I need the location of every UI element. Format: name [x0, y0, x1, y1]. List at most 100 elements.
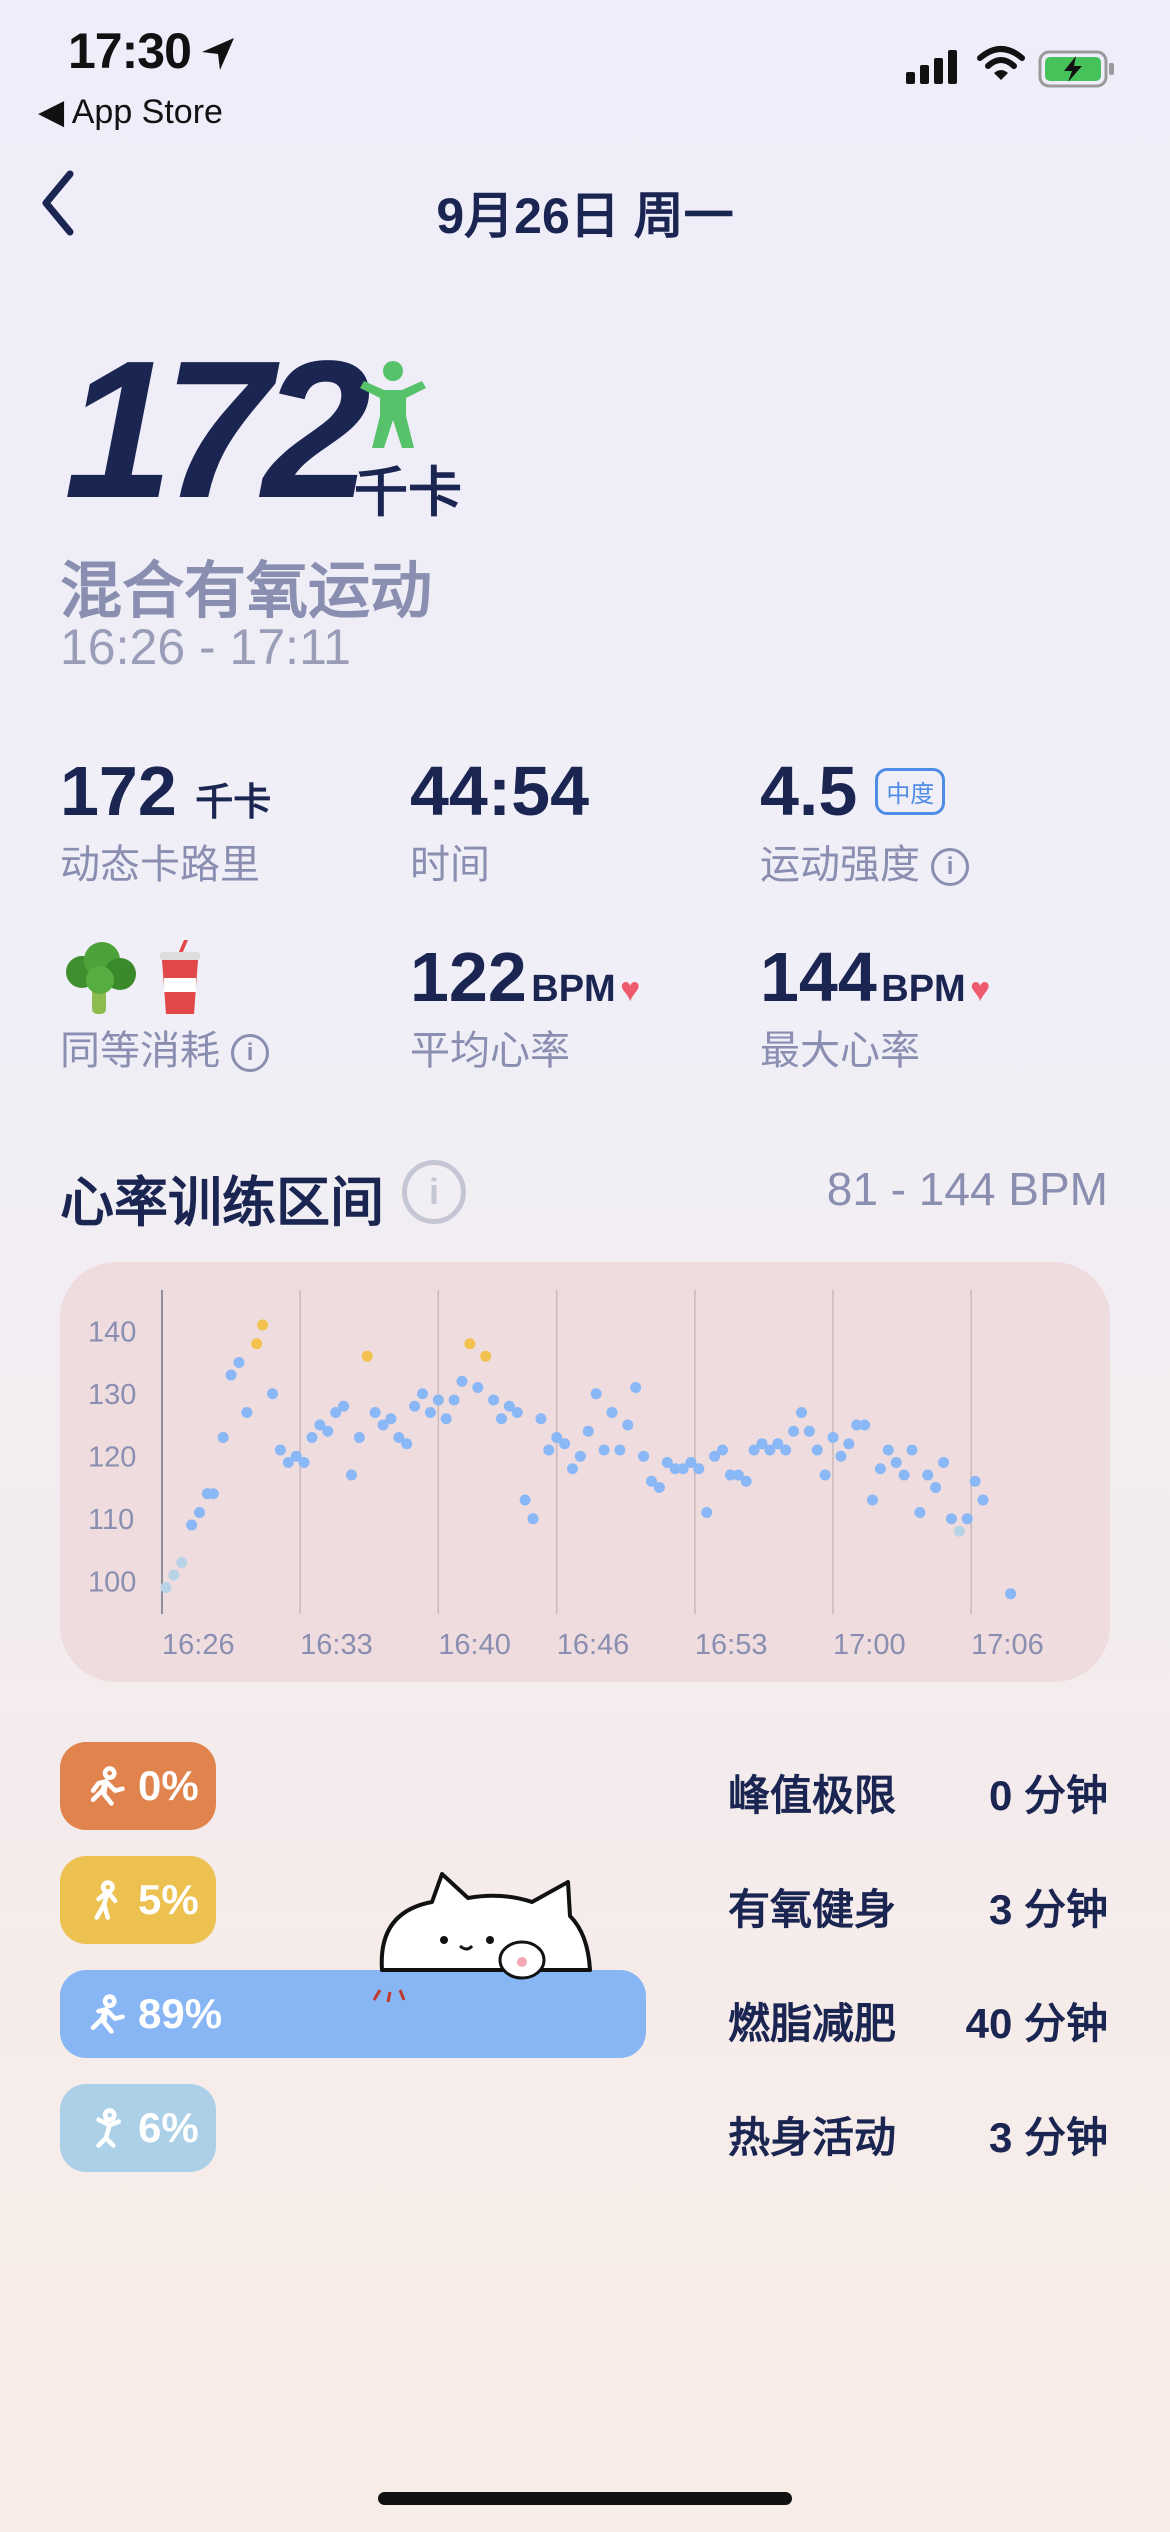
- status-time: 17:30: [68, 23, 192, 79]
- equivalent-items: [60, 940, 206, 1016]
- hr-scatter-chart: 140 130 120 110 100 16:26 16:33 16:40 16:46 16:53…: [88, 1290, 1044, 1661]
- hr-data-point: [622, 1419, 634, 1431]
- hr-data-point: [598, 1444, 610, 1456]
- max-hr-unit: BPM: [881, 968, 966, 1010]
- intensity-stat: 4.5 中度: [760, 756, 946, 826]
- hr-data-point: [582, 1425, 594, 1437]
- hr-data-point: [835, 1450, 847, 1462]
- hr-data-point: [693, 1463, 705, 1475]
- equivalent-label-row[interactable]: 同等消耗 i: [60, 1018, 270, 1076]
- hr-data-point: [961, 1513, 973, 1525]
- hr-data-point: [867, 1494, 879, 1506]
- zone-name: 峰值极限: [728, 1772, 897, 1819]
- hr-data-point: [906, 1444, 918, 1456]
- hr-data-point: [922, 1469, 934, 1481]
- y-tick-label: 110: [88, 1504, 134, 1536]
- hr-data-point: [874, 1463, 886, 1475]
- runner-icon: [90, 1994, 125, 2034]
- hr-data-point: [559, 1438, 571, 1450]
- broccoli-icon: [66, 942, 136, 1014]
- hr-data-point: [298, 1457, 310, 1468]
- equivalent-label: 同等消耗: [60, 1029, 220, 1073]
- hr-data-point: [495, 1413, 507, 1425]
- hr-data-point: [567, 1463, 579, 1475]
- hr-data-point: [417, 1388, 429, 1400]
- back-triangle-icon: ◀: [38, 93, 65, 131]
- hr-data-point: [385, 1413, 397, 1425]
- zone-bar: 6%: [60, 2084, 216, 2172]
- hr-data-point: [827, 1432, 839, 1443]
- hr-data-point: [217, 1432, 229, 1443]
- hr-data-point: [322, 1425, 334, 1437]
- hr-data-point: [638, 1450, 650, 1462]
- x-tick-label: 16:33: [300, 1629, 373, 1661]
- hr-data-point: [306, 1432, 318, 1443]
- avg-hr-stat: 122 BPM ♥: [410, 942, 640, 1012]
- hr-data-point: [740, 1475, 752, 1487]
- zone-bar: 0%: [60, 1742, 216, 1830]
- cat-doodle-icon: [372, 1872, 592, 2002]
- hr-data-point: [1005, 1588, 1017, 1600]
- intensity-label-row[interactable]: 运动强度 i: [760, 832, 970, 890]
- total-calories: 172: [64, 320, 371, 539]
- hr-data-point: [969, 1475, 981, 1487]
- duration-value: 44:54: [410, 752, 590, 830]
- hr-data-point: [701, 1507, 713, 1518]
- hr-data-point: [930, 1482, 942, 1493]
- active-calories-value: 172: [60, 752, 177, 830]
- max-hr-label: 最大心率: [760, 1029, 920, 1073]
- y-tick-label: 100: [88, 1566, 136, 1598]
- hr-data-point: [945, 1513, 957, 1525]
- zone-bar: 5%: [60, 1856, 216, 1944]
- hr-data-point: [606, 1407, 618, 1418]
- hr-data-point: [527, 1513, 539, 1525]
- calories-unit: 千卡: [354, 463, 462, 523]
- back-to-app-link[interactable]: ◀ App Store: [38, 92, 223, 132]
- max-hr-stat: 144 BPM ♥: [760, 942, 990, 1012]
- hr-data-point: [251, 1338, 263, 1350]
- page-title: 9月26日 周一: [436, 188, 734, 244]
- zone-name: 燃脂减肥: [728, 2000, 897, 2047]
- hr-data-point: [401, 1438, 413, 1450]
- hr-data-point: [186, 1519, 198, 1531]
- hr-data-point: [488, 1394, 500, 1406]
- info-icon[interactable]: i: [931, 848, 970, 887]
- hr-data-point: [614, 1444, 626, 1456]
- hr-data-point: [795, 1407, 807, 1418]
- cellular-signal-icon: [906, 50, 957, 84]
- x-tick-label: 16:40: [438, 1629, 511, 1661]
- hr-data-point: [456, 1375, 468, 1387]
- avg-hr-unit: BPM: [531, 968, 616, 1010]
- hr-data-point: [977, 1494, 989, 1506]
- wifi-icon: [977, 46, 1025, 80]
- info-icon[interactable]: i: [402, 1160, 466, 1224]
- hr-data-point: [630, 1382, 642, 1393]
- soft-drink-icon: [160, 940, 200, 1014]
- avg-hr-label: 平均心率: [410, 1029, 570, 1073]
- battery-charging-icon: [1038, 50, 1114, 88]
- info-icon[interactable]: i: [231, 1034, 270, 1073]
- hr-data-point: [274, 1444, 286, 1456]
- hr-data-point: [168, 1569, 180, 1581]
- hr-data-point: [193, 1507, 205, 1518]
- home-indicator: [378, 2492, 792, 2505]
- active-calories-unit: 千卡: [195, 782, 272, 824]
- runner-icon: [94, 1880, 118, 1920]
- max-hr-value: 144: [760, 938, 877, 1016]
- hr-data-point: [788, 1425, 800, 1437]
- zone-name: 热身活动: [728, 2114, 897, 2161]
- hr-data-point: [241, 1407, 253, 1418]
- hr-data-point: [424, 1407, 436, 1418]
- x-tick-label: 16:26: [162, 1629, 235, 1661]
- hr-data-point: [543, 1444, 555, 1456]
- activity-person-icon: [360, 361, 426, 448]
- runner-icon: [90, 1766, 125, 1806]
- zone-name: 有氧健身: [728, 1886, 897, 1933]
- hr-data-point: [176, 1557, 188, 1568]
- hr-data-point: [472, 1382, 484, 1393]
- x-tick-label: 17:00: [833, 1629, 906, 1661]
- hr-data-point: [345, 1469, 357, 1481]
- hr-data-point: [267, 1388, 279, 1400]
- hr-data-point: [233, 1357, 245, 1368]
- hr-data-point: [409, 1400, 421, 1412]
